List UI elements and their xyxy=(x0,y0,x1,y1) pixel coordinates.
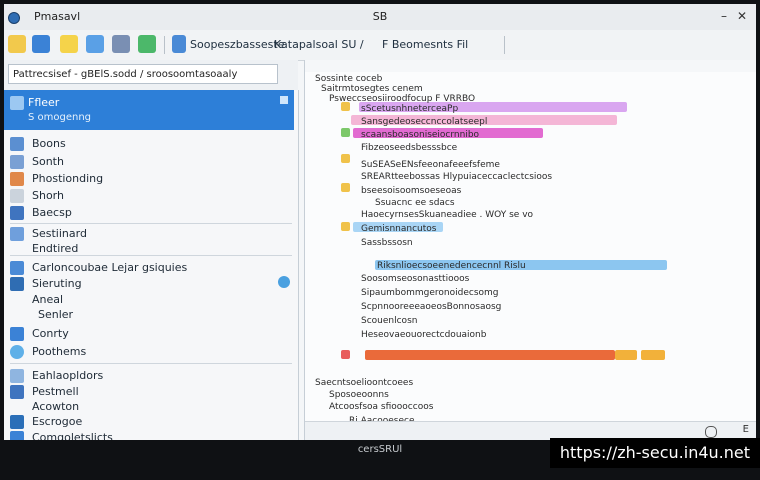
folder-icon xyxy=(10,96,24,110)
code-line: Sipaumbommgeronoidecsomg xyxy=(361,288,499,298)
code-line: scaansboasoniseiocrnnibo xyxy=(361,130,480,140)
sidebar-item[interactable]: Conrty xyxy=(4,324,294,344)
sidebar-item-label: Baecsp xyxy=(32,206,72,219)
code-line: Saecntsoelioontcoees xyxy=(315,378,414,388)
code-line: ScpnnooreeeaoeosBonnosaosg xyxy=(361,302,502,312)
pen-icon[interactable] xyxy=(112,35,130,53)
sidebar-item[interactable]: Endtired xyxy=(4,239,294,259)
sidebar-item-label: Phostionding xyxy=(32,172,104,185)
pin-icon[interactable] xyxy=(280,96,288,104)
code-line: Scouenlcosn xyxy=(361,316,418,326)
sidebar-item[interactable]: Baecsp xyxy=(4,203,294,223)
code-line: sScetusnhneterceaPp xyxy=(361,104,459,114)
code-line: Sassbssosn xyxy=(361,238,413,248)
sidebar-divider xyxy=(10,255,292,256)
sidebar-item[interactable]: Boons xyxy=(4,134,294,154)
code-line: Gemisnnancutos xyxy=(361,224,437,234)
code-line: SuSEASeENsfeeonafeeefsfeme xyxy=(361,160,500,170)
image-icon[interactable] xyxy=(86,35,104,53)
network-icon xyxy=(10,261,24,275)
toolbar-label-3[interactable]: F Beomesnts Fil xyxy=(382,38,468,51)
close-icon[interactable]: ✕ xyxy=(734,8,750,24)
code-line: Soosomseosonasttiooos xyxy=(361,274,470,284)
grid-icon xyxy=(10,155,24,169)
code-line: Fibzeoseedsbesssbce xyxy=(361,143,458,153)
window-icon[interactable] xyxy=(172,35,186,53)
sidebar-selected-label: Ffleer xyxy=(28,96,60,109)
sidebar-item-label: Comgoletslicts xyxy=(32,431,113,440)
computer-icon xyxy=(10,431,24,440)
disk-icon xyxy=(10,206,24,220)
sidebar-item-label: Carloncoubae Lejar gsiquies xyxy=(32,261,188,274)
code-line: Riksnlioecsoeenedencecnnl Rislu xyxy=(377,261,526,271)
sidebar-item-label: Sieruting xyxy=(32,277,82,290)
sidebar: Ffleer S omogenng Boons Sonth Phostiondi… xyxy=(4,90,299,440)
sidebar-item-label: Senler xyxy=(38,308,74,321)
sidebar-item-label: Sonth xyxy=(32,155,64,168)
sidebar-item-label: Escrogoe xyxy=(32,415,83,428)
code-line: Atcoosfsoa sfioooccoos xyxy=(329,402,434,412)
code-line: bseesoisoomsoeseoas xyxy=(361,186,462,196)
sidebar-item-label: Boons xyxy=(32,137,66,150)
toolbar-label-1[interactable]: Soopeszbasseste xyxy=(190,38,284,51)
bookmark-icon[interactable] xyxy=(341,128,350,137)
open-icon[interactable] xyxy=(60,35,78,53)
toolbar-separator-2 xyxy=(504,36,505,54)
save-icon[interactable] xyxy=(32,35,50,53)
settings-icon xyxy=(10,415,24,429)
code-line: Psweccseosiiroodfocup F VRRBO xyxy=(329,94,476,104)
code-line: Sansgedeoseccnccolatseepl xyxy=(361,117,488,127)
status-right: E xyxy=(742,424,749,435)
code-line: Ssuacnc ee sdacs xyxy=(375,198,455,208)
screen: Pmasavl SB – ✕ Soopeszbasseste Katapalso… xyxy=(4,4,756,440)
clock-icon[interactable] xyxy=(705,426,717,438)
highlight-band xyxy=(641,350,665,360)
bookmark-icon[interactable] xyxy=(341,222,350,231)
code-line: Sossinte coceb xyxy=(315,74,383,84)
editor-pane: Sossinte coceb Saitrmtosegtes cenem Pswe… xyxy=(304,60,756,440)
path-input[interactable]: Pattrecsisef - gBElS.sodd / sroosoomtaso… xyxy=(8,64,278,84)
file-icon xyxy=(10,189,24,203)
screen-icon xyxy=(10,277,24,291)
sidebar-item-label: Conrty xyxy=(32,327,69,340)
title-bar: Pmasavl SB – ✕ xyxy=(4,4,756,31)
editor-header xyxy=(305,60,756,72)
window-center-title: SB xyxy=(372,10,388,23)
address-bar: Pattrecsisef - gBElS.sodd / sroosoomtaso… xyxy=(4,60,298,91)
toolbar: Soopeszbasseste Katapalsoal SU / F Beome… xyxy=(4,30,756,61)
sidebar-selected-sub: S omogenng xyxy=(28,112,92,123)
toolbar-separator xyxy=(164,36,165,54)
watermark: https://zh-secu.in4u.net xyxy=(549,438,760,468)
sidebar-item-label: Eahlaopldors xyxy=(32,369,104,382)
sidebar-selected-item[interactable]: Ffleer S omogenng xyxy=(4,90,294,130)
bookmark-icon[interactable] xyxy=(341,183,350,192)
user-icon xyxy=(10,327,24,341)
sidebar-item[interactable]: Comgoletslicts xyxy=(4,428,294,440)
code-line: Saitrmtosegtes cenem xyxy=(321,84,423,94)
sidebar-item[interactable]: Poothems xyxy=(4,342,294,362)
toolbar-label-2[interactable]: Katapalsoal SU / xyxy=(274,38,364,51)
photo-icon xyxy=(10,172,24,186)
sidebar-item[interactable]: Senler xyxy=(4,305,294,325)
folder-icon xyxy=(10,369,24,383)
highlight-band xyxy=(365,350,615,360)
code-line: HaoecyrnsesSkuaneadiee . WOY se vo xyxy=(361,210,534,220)
code-line: Heseovaeouorectcdouaionb xyxy=(361,330,487,340)
drive-icon xyxy=(10,137,24,151)
check-icon[interactable] xyxy=(138,35,156,53)
sidebar-item-label: Poothems xyxy=(32,345,87,358)
sidebar-item-label: Shorh xyxy=(32,189,64,202)
sidebar-item-label: Endtired xyxy=(32,242,79,255)
bookmark-icon[interactable] xyxy=(341,154,350,163)
breakpoint-icon[interactable] xyxy=(341,350,350,359)
folder-icon[interactable] xyxy=(8,35,26,53)
highlight-band xyxy=(615,350,637,360)
globe-icon xyxy=(10,345,24,359)
code-line: SREARtteebossas Hlypuiaceccaclectcsioos xyxy=(361,172,553,182)
minimize-icon[interactable]: – xyxy=(716,8,732,24)
sidebar-divider xyxy=(10,363,292,364)
code-line: Sposoeoonns xyxy=(329,390,389,400)
